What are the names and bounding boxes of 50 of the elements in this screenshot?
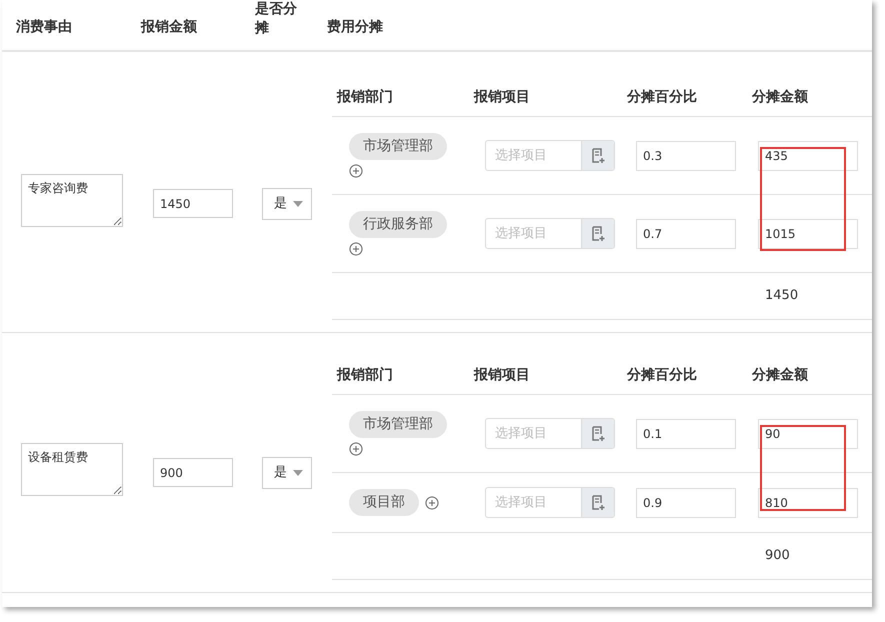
column-header: 分摊百分比 — [627, 89, 697, 105]
split-dropdown[interactable]: 是 — [262, 188, 312, 220]
document-add-icon[interactable] — [591, 494, 605, 510]
caret-icon[interactable] — [293, 470, 303, 476]
amount-field[interactable]: 900 — [153, 458, 233, 487]
total-amount: 900 — [765, 547, 790, 566]
department-tag[interactable]: 行政服务部 — [349, 211, 447, 238]
department-tag[interactable]: 市场管理部 — [349, 411, 447, 438]
reason-field[interactable]: 设备租赁费 — [21, 442, 123, 496]
column-header: 报销部门 — [337, 89, 393, 105]
caret-icon[interactable] — [293, 200, 303, 206]
column-header: 分摊金额 — [752, 89, 808, 105]
document-add-icon[interactable] — [591, 226, 605, 242]
project-field[interactable]: 选择项目 — [486, 488, 581, 517]
column-header: 报销项目 — [474, 89, 530, 105]
document-add-icon[interactable] — [591, 148, 605, 164]
percent-field[interactable]: 0.9 — [636, 488, 736, 518]
add-icon[interactable] — [425, 496, 439, 510]
amount-field[interactable]: 1450 — [153, 189, 233, 218]
amount-field[interactable]: 90 — [758, 418, 858, 448]
column-header: 分摊金额 — [752, 367, 808, 383]
project-picker[interactable]: 选择项目 — [485, 487, 615, 518]
column-header: 消费事由 — [16, 19, 72, 35]
project-picker[interactable]: 选择项目 — [485, 418, 615, 449]
column-header: 是否分摊 — [255, 0, 298, 38]
reason-field[interactable]: 专家咨询费 — [21, 174, 123, 226]
split-dropdown[interactable]: 是 — [262, 456, 312, 488]
add-icon[interactable] — [349, 442, 363, 456]
amount-field[interactable]: 810 — [758, 488, 858, 518]
column-header: 报销项目 — [474, 367, 530, 383]
percent-field[interactable]: 0.7 — [636, 218, 736, 248]
project-field[interactable]: 选择项目 — [486, 219, 581, 248]
percent-field[interactable]: 0.3 — [636, 140, 736, 170]
column-header: 分摊百分比 — [627, 367, 697, 383]
amount-field[interactable]: 435 — [758, 140, 858, 170]
column-header: 报销部门 — [337, 367, 393, 383]
add-icon[interactable] — [349, 242, 363, 256]
percent-field[interactable]: 0.1 — [636, 418, 736, 448]
column-header: 报销金额 — [141, 19, 197, 35]
amount-field[interactable]: 1015 — [758, 218, 858, 248]
add-icon[interactable] — [349, 164, 363, 178]
total-amount: 1450 — [765, 287, 798, 306]
project-field[interactable]: 选择项目 — [486, 141, 581, 170]
project-picker[interactable]: 选择项目 — [485, 218, 615, 249]
department-tag[interactable]: 市场管理部 — [349, 133, 447, 160]
project-field[interactable]: 选择项目 — [486, 419, 581, 448]
project-picker[interactable]: 选择项目 — [485, 140, 615, 171]
department-tag[interactable]: 项目部 — [349, 489, 419, 516]
column-header: 费用分摊 — [327, 19, 383, 35]
document-add-icon[interactable] — [591, 426, 605, 442]
